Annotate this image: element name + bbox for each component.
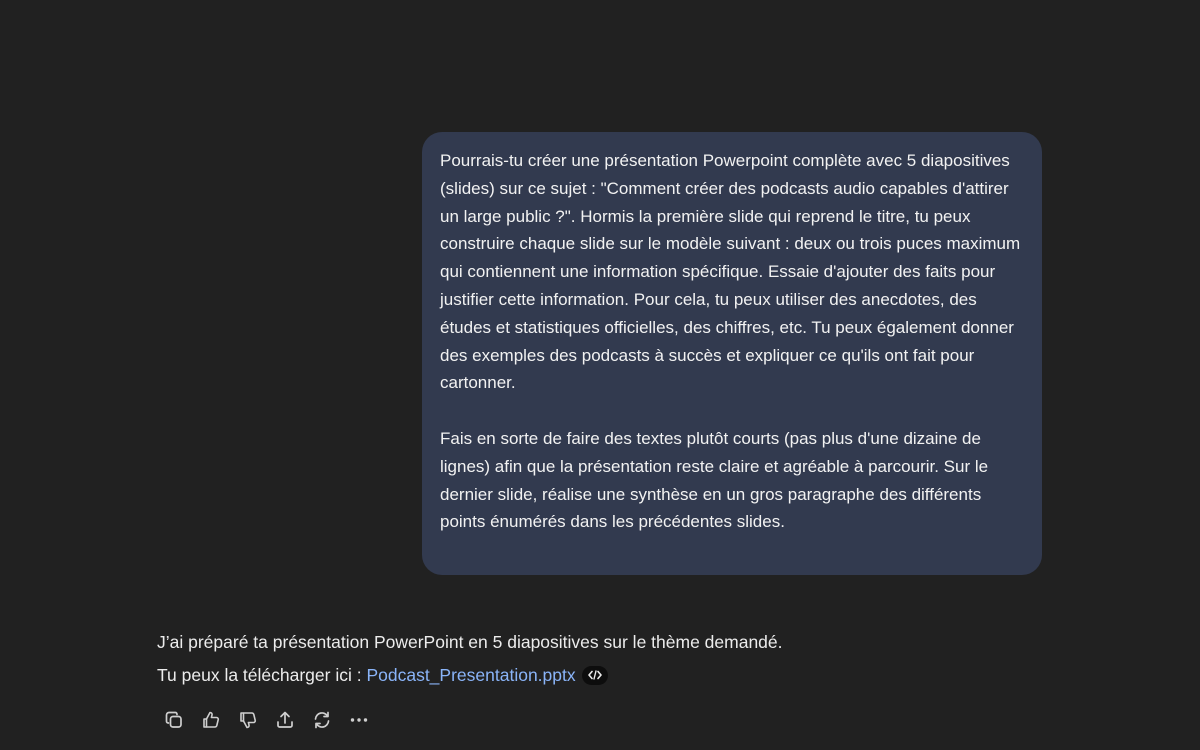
regenerate-button[interactable] <box>303 707 340 733</box>
download-prefix-text: Tu peux la télécharger ici : <box>157 665 367 685</box>
thumbs-up-button[interactable] <box>192 707 229 733</box>
copy-button[interactable] <box>155 707 192 733</box>
more-options-button[interactable] <box>340 707 377 733</box>
thumbs-up-icon <box>202 711 219 728</box>
user-message-bubble: Pourrais-tu créer une présentation Power… <box>422 132 1042 575</box>
assistant-message-line: J’ai préparé ta présentation PowerPoint … <box>157 632 783 652</box>
share-button[interactable] <box>266 707 303 733</box>
user-message-paragraph: Pourrais-tu créer une présentation Power… <box>440 151 1021 393</box>
pptx-file-link[interactable]: Podcast_Presentation.pptx <box>366 665 575 685</box>
refresh-icon <box>314 711 329 729</box>
user-message-paragraph: Fais en sorte de faire des textes plutôt… <box>440 428 989 532</box>
copy-icon <box>165 711 182 728</box>
share-icon <box>276 711 293 728</box>
code-icon[interactable] <box>581 665 608 685</box>
assistant-message-download-line: Tu peux la télécharger ici : Podcast_Pre… <box>157 659 783 692</box>
message-actions-bar <box>155 707 377 733</box>
thumbs-down-button[interactable] <box>229 707 266 733</box>
assistant-message: J’ai préparé ta présentation PowerPoint … <box>157 626 783 692</box>
more-icon <box>350 718 367 722</box>
thumbs-down-icon <box>239 712 256 729</box>
